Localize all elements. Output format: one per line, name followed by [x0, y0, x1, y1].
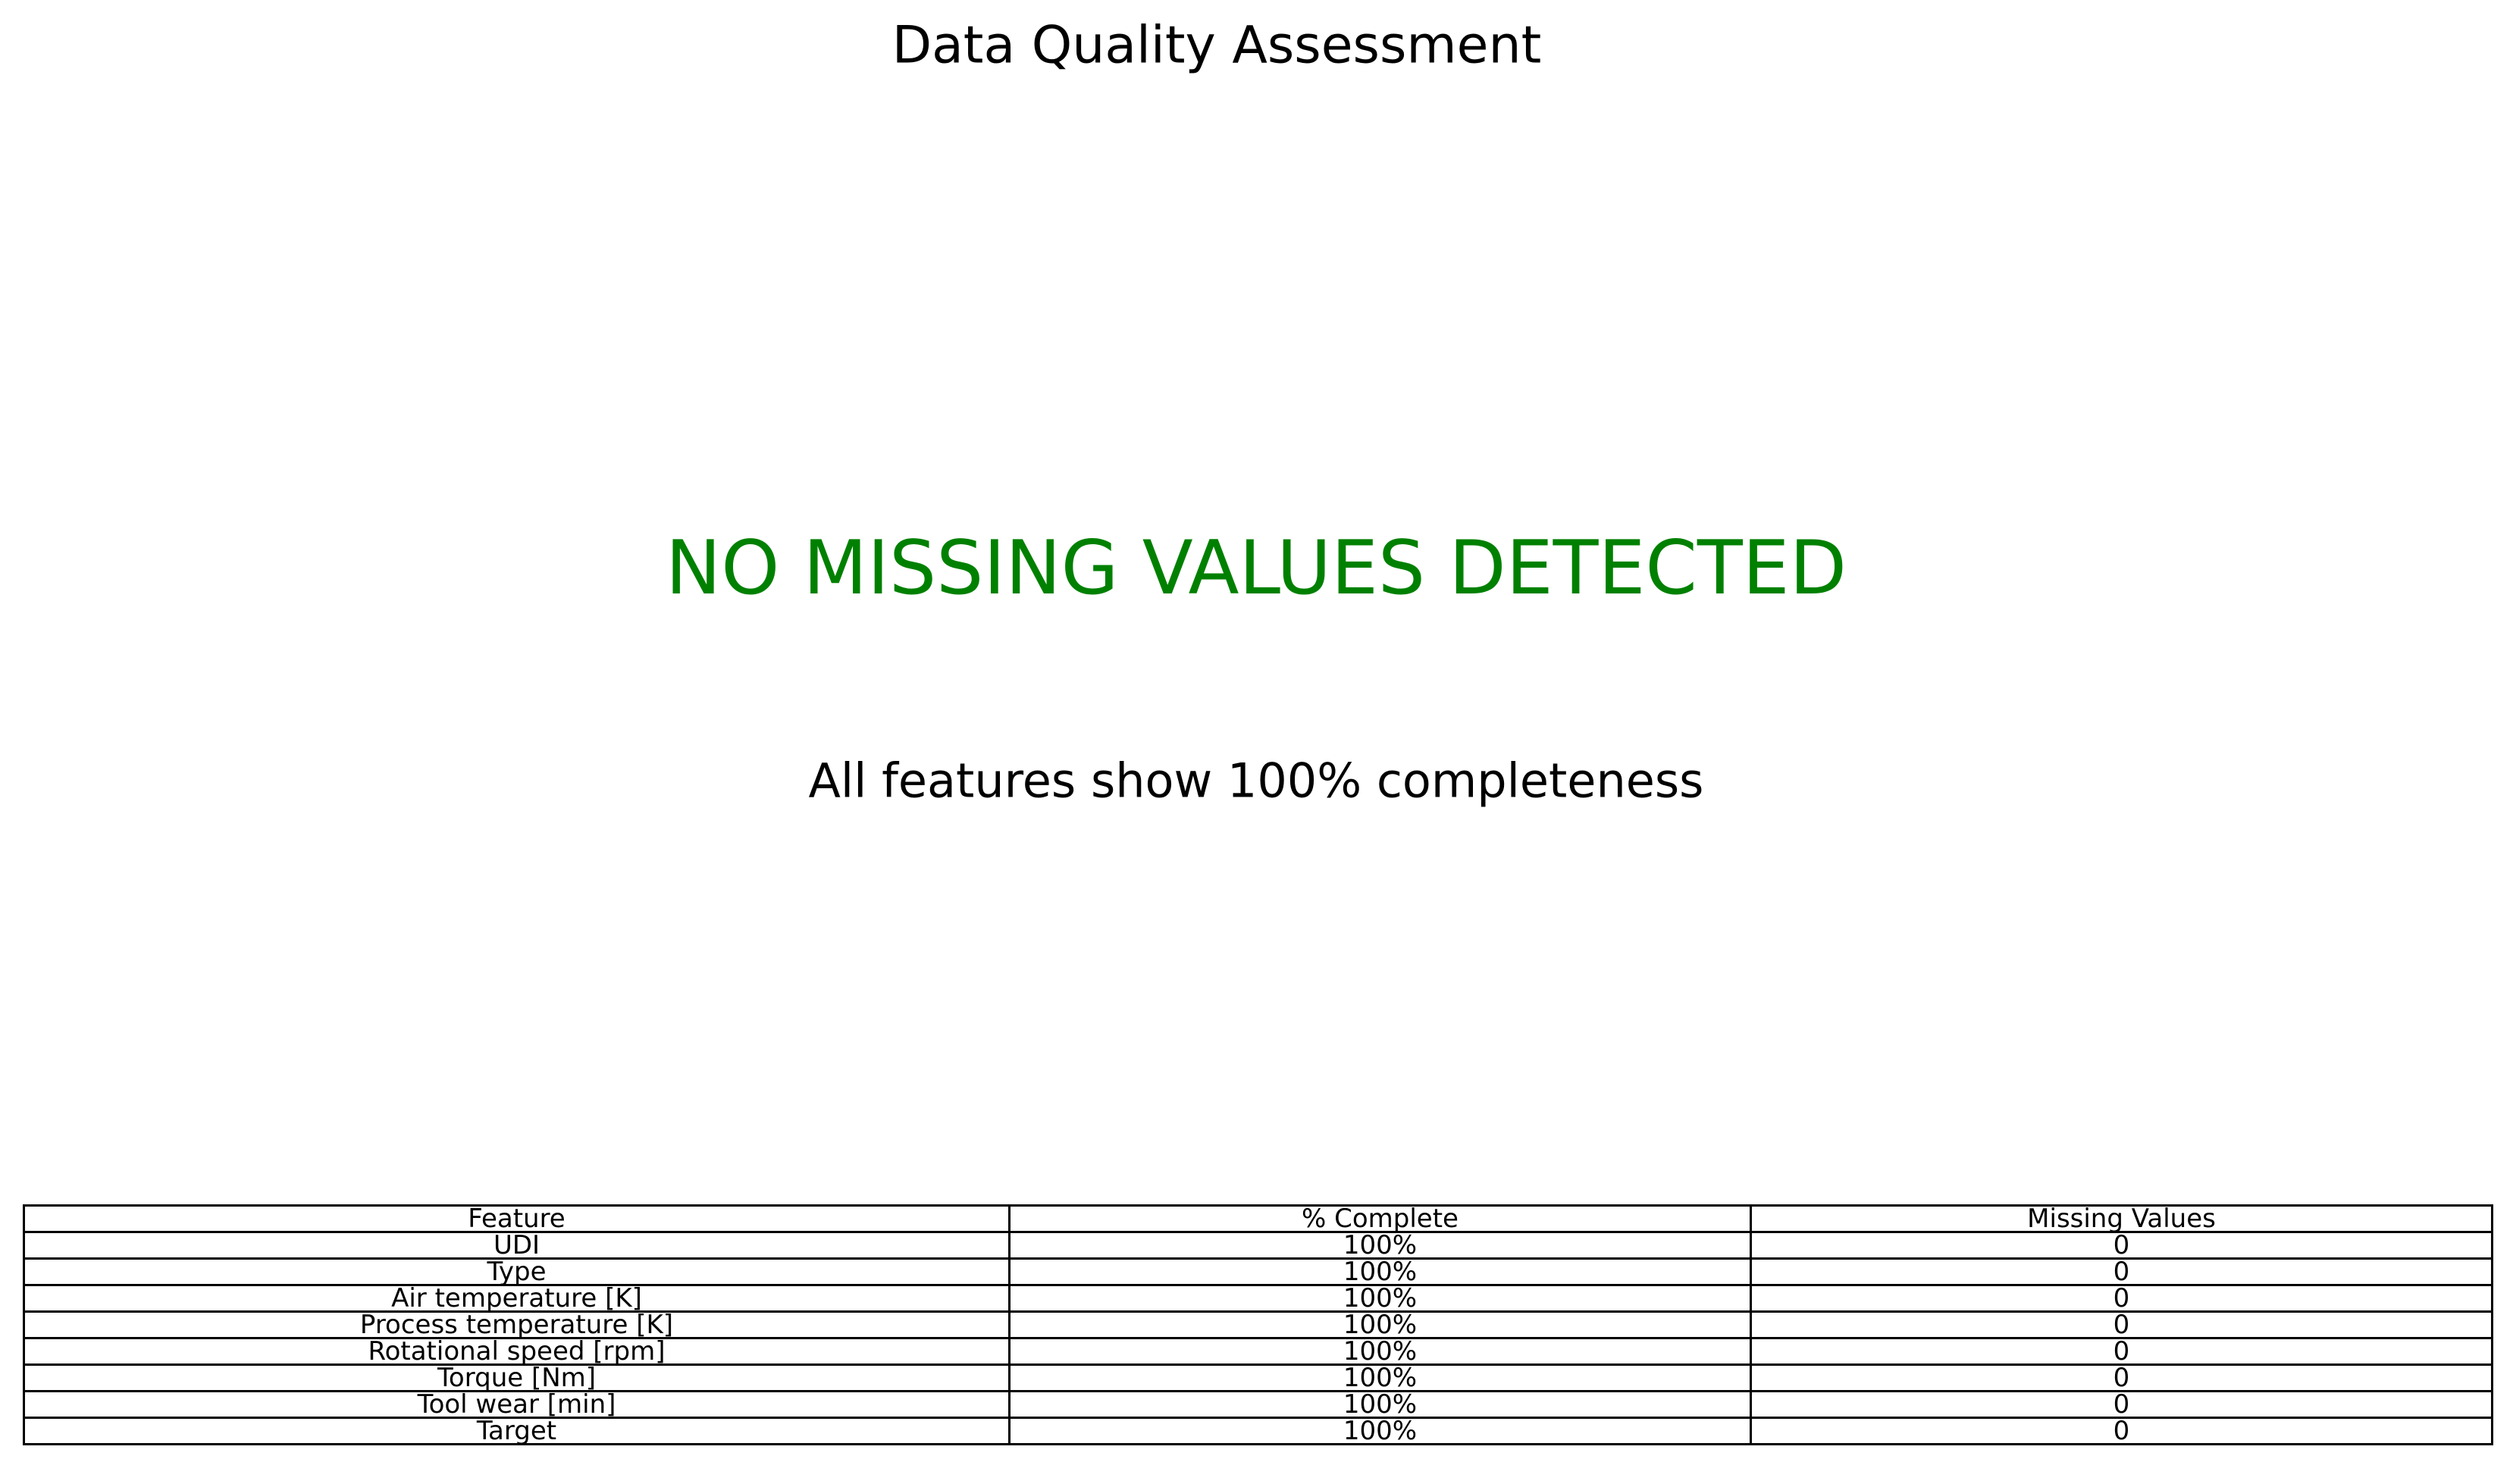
table-cell: 0: [1750, 1417, 2493, 1445]
table-cell: Process temperature [K]: [23, 1310, 1011, 1339]
column-header: Feature: [23, 1204, 1011, 1233]
column-header: Missing Values: [1750, 1204, 2493, 1233]
table-row: UDI 100% 0: [23, 1231, 2493, 1260]
table-cell: 100%: [1008, 1363, 1752, 1392]
table-row: Type 100% 0: [23, 1257, 2493, 1286]
table-cell: Torque [Nm]: [23, 1363, 1011, 1392]
table-cell: 0: [1750, 1337, 2493, 1366]
table-cell: Type: [23, 1257, 1011, 1286]
table-cell: 100%: [1008, 1257, 1752, 1286]
table-cell: Tool wear [min]: [23, 1390, 1011, 1419]
table-cell: 100%: [1008, 1390, 1752, 1419]
table-row: Rotational speed [rpm] 100% 0: [23, 1337, 2493, 1366]
table-cell: 0: [1750, 1390, 2493, 1419]
data-quality-table: Feature% Complete Missing Values UDI 100% 0 T…: [23, 1204, 2493, 1445]
table-cell: 100%: [1008, 1284, 1752, 1313]
table-cell: Rotational speed [rpm]: [23, 1337, 1011, 1366]
table-cell: 0: [1750, 1284, 2493, 1313]
table-cell: 100%: [1008, 1231, 1752, 1260]
status-annotation: NO MISSING VALUES DETECTED: [665, 525, 1847, 612]
table-cell: 100%: [1008, 1310, 1752, 1339]
table-row: Air temperature [K] 100% 0: [23, 1284, 2493, 1313]
table-cell: 0: [1750, 1310, 2493, 1339]
table-row: Tool wear [min] 100% 0: [23, 1390, 2493, 1419]
subtitle: All features show 100% completeness: [808, 753, 1704, 809]
table-cell: Target: [23, 1417, 1011, 1445]
table-cell: 100%: [1008, 1337, 1752, 1366]
table-cell: UDI: [23, 1231, 1011, 1260]
table-cell: 0: [1750, 1257, 2493, 1286]
table-cell: 100%: [1008, 1417, 1752, 1445]
table-header-row: Feature% Complete Missing Values: [23, 1204, 2493, 1233]
table-cell: 0: [1750, 1231, 2493, 1260]
table-cell: Air temperature [K]: [23, 1284, 1011, 1313]
column-header: % Complete: [1008, 1204, 1752, 1233]
table-row: Process temperature [K] 100% 0: [23, 1310, 2493, 1339]
chart-title: Data Quality Assessment: [891, 15, 1542, 76]
table-row: Torque [Nm] 100% 0: [23, 1363, 2493, 1392]
table-row: Target 100% 0: [23, 1417, 2493, 1445]
table-cell: 0: [1750, 1363, 2493, 1392]
